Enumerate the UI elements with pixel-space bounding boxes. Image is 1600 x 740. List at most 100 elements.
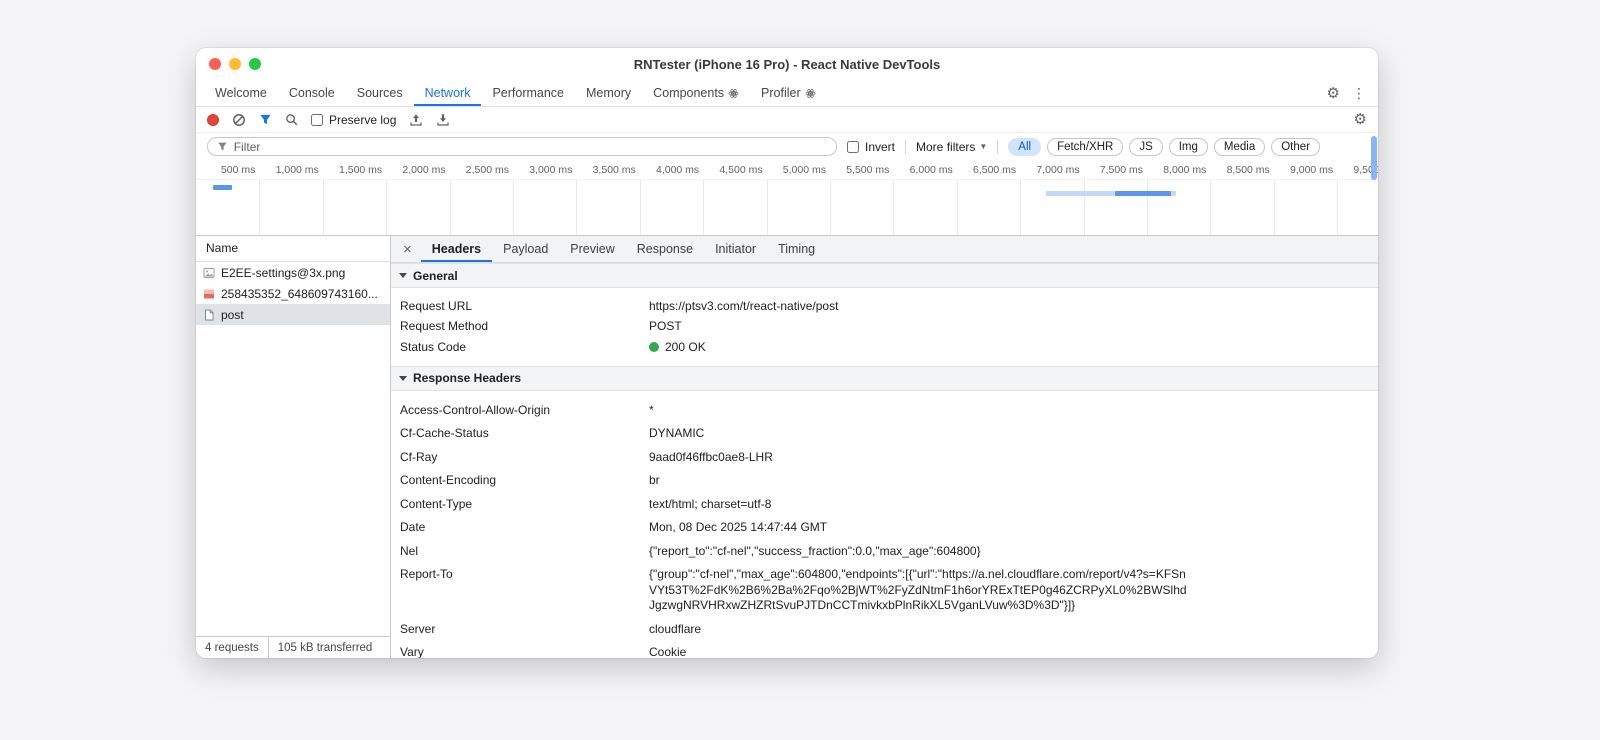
more-filters-label: More filters <box>916 139 976 154</box>
react-atom-icon <box>805 88 816 98</box>
filter-pill-other[interactable]: Other <box>1271 137 1320 156</box>
header-value: Mon, 08 Dec 2025 14:47:44 GMT <box>649 520 828 534</box>
timeline-gridline <box>513 180 514 235</box>
header-name: Request URL <box>400 298 473 313</box>
header-row: Nel {"report_to":"cf-nel","success_fract… <box>391 540 1378 564</box>
response-headers-section-body: Access-Control-Allow-Origin * Cf-Cache-S… <box>391 391 1378 659</box>
header-value: 200 OK <box>649 340 706 356</box>
close-detail-icon[interactable]: × <box>391 242 421 257</box>
preserve-log-toggle[interactable]: Preserve log <box>311 113 396 127</box>
header-row: Cf-Ray 9aad0f46ffbc0ae8-LHR <box>391 446 1378 470</box>
filter-pill-media[interactable]: Media <box>1213 137 1266 156</box>
network-main-area: Name E2EE-settings@3x.png 258435352_6486… <box>196 236 1378 658</box>
timeline-gridline <box>766 180 768 235</box>
header-name: Cf-Ray <box>400 449 438 464</box>
tab-performance[interactable]: Performance <box>481 80 575 106</box>
general-section-title: General <box>413 268 458 283</box>
timeline-tick-label: 3,500 ms <box>592 164 636 176</box>
header-row: Content-Type text/html; charset=utf-8 <box>391 493 1378 517</box>
tab-response[interactable]: Response <box>626 236 704 262</box>
document-icon <box>205 309 214 320</box>
tab-welcome[interactable]: Welcome <box>204 80 278 106</box>
tab-components[interactable]: Components <box>642 80 750 106</box>
request-name: post <box>221 307 244 322</box>
vertical-scrollbar-thumb[interactable] <box>1371 136 1377 180</box>
timeline-overview[interactable]: 500 ms 1,000 ms 1,500 ms 2,000 ms 2,500 ms 3,… <box>196 160 1378 236</box>
filter-input[interactable] <box>233 139 827 154</box>
request-type-filters: All Fetch/XHR JS Img Media Other <box>1008 137 1320 156</box>
name-column-header[interactable]: Name <box>196 236 390 262</box>
tab-network[interactable]: Network <box>414 80 482 106</box>
divider <box>997 139 999 154</box>
window-titlebar[interactable]: RNTester (iPhone 16 Pro) - React Native … <box>196 48 1378 80</box>
network-toolbar: Preserve log ⚙ <box>196 107 1378 133</box>
devtools-tabbar-right: ⚙ ⋮ <box>1327 80 1378 106</box>
filter-funnel-icon[interactable] <box>259 113 272 126</box>
devtools-window: RNTester (iPhone 16 Pro) - React Native … <box>196 48 1378 658</box>
divider <box>267 636 269 658</box>
tab-headers[interactable]: Headers <box>421 236 492 262</box>
headers-detail-body: General Request URL https://ptsv3.com/t/… <box>391 263 1378 658</box>
general-row: Status Code 200 OK <box>391 337 1378 358</box>
header-value: {"report_to":"cf-nel","success_fraction"… <box>649 543 981 558</box>
settings-gear-icon[interactable]: ⚙ <box>1327 86 1340 101</box>
filter-pill-all[interactable]: All <box>1008 137 1042 156</box>
react-atom-icon <box>728 88 739 98</box>
general-section-header[interactable]: General <box>391 263 1378 288</box>
response-headers-section-header[interactable]: Response Headers <box>391 365 1378 391</box>
tab-payload[interactable]: Payload <box>492 236 559 262</box>
header-name: Request Method <box>400 319 489 333</box>
filter-pill-js[interactable]: JS <box>1129 137 1163 156</box>
timeline-gridline <box>639 180 641 235</box>
tab-profiler[interactable]: Profiler <box>750 80 827 106</box>
header-value: cloudflare <box>649 621 702 636</box>
record-network-log-icon[interactable] <box>207 113 219 126</box>
timeline-gridline <box>830 180 831 235</box>
preserve-log-checkbox[interactable] <box>311 113 323 126</box>
import-har-icon[interactable] <box>409 113 423 127</box>
invert-filter-toggle[interactable]: Invert <box>847 140 895 154</box>
tab-timing[interactable]: Timing <box>767 236 826 262</box>
timeline-gridline <box>1083 180 1085 235</box>
timeline-tick-label: 5,500 ms <box>846 164 890 176</box>
tab-memory[interactable]: Memory <box>575 80 642 106</box>
general-row: Request Method POST <box>391 317 1378 338</box>
more-options-kebab-icon[interactable]: ⋮ <box>1352 86 1366 100</box>
timeline-tick-label: 4,000 ms <box>655 164 700 176</box>
timeline-tick-label: 8,500 ms <box>1226 164 1270 176</box>
invert-checkbox[interactable] <box>847 140 859 153</box>
timeline-gridline <box>1337 180 1339 235</box>
timeline-request-bar[interactable] <box>213 185 233 190</box>
network-settings-gear-icon[interactable]: ⚙ <box>1354 112 1367 127</box>
request-row-selected[interactable]: post <box>196 304 390 325</box>
export-har-icon[interactable] <box>436 113 450 127</box>
request-row[interactable]: E2EE-settings@3x.png <box>196 262 390 283</box>
timeline-gridline <box>322 180 324 235</box>
more-filters-dropdown[interactable]: More filters ▼ <box>916 140 987 154</box>
filter-pill-img[interactable]: Img <box>1168 137 1208 156</box>
timeline-tick-label: 1,500 ms <box>338 164 383 176</box>
tab-initiator[interactable]: Initiator <box>704 236 767 262</box>
network-status-bar: 4 requests 105 kB transferred <box>196 636 390 658</box>
request-row[interactable]: 258435352_648609743160... <box>196 283 390 304</box>
header-name: Content-Encoding <box>400 473 497 487</box>
divider <box>905 139 907 154</box>
tab-sources[interactable]: Sources <box>346 80 414 106</box>
zoom-window-button[interactable] <box>249 58 261 70</box>
filter-pill-fetch-xhr[interactable]: Fetch/XHR <box>1047 137 1124 156</box>
tab-console[interactable]: Console <box>278 80 346 106</box>
timeline-request-bar[interactable] <box>1115 191 1172 196</box>
timeline-gridline <box>956 180 958 235</box>
minimize-window-button[interactable] <box>229 58 241 70</box>
clear-network-log-icon[interactable] <box>232 113 246 127</box>
close-window-button[interactable] <box>209 58 221 70</box>
header-row: Server cloudflare <box>391 618 1378 642</box>
header-name: Server <box>400 621 436 636</box>
tab-preview[interactable]: Preview <box>559 236 625 262</box>
timeline-gridline <box>1273 180 1275 235</box>
header-name: Report-To <box>400 567 453 581</box>
timeline-tick-label: 3,000 ms <box>529 164 573 176</box>
chevron-down-icon: ▼ <box>979 142 988 151</box>
filter-input-field[interactable] <box>207 137 837 156</box>
search-icon[interactable] <box>285 113 298 126</box>
